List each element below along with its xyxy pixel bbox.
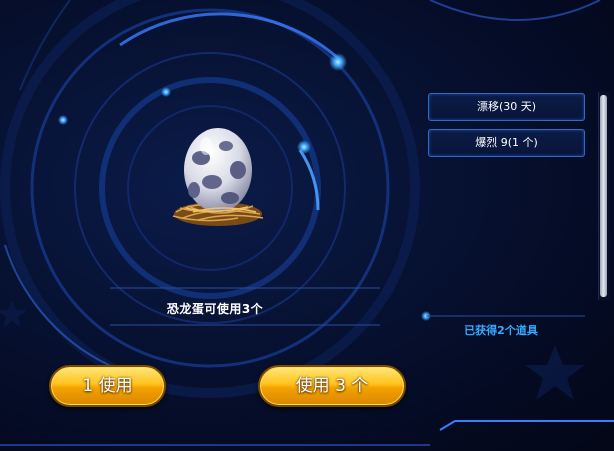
use-one-button[interactable]: 1 使用 bbox=[49, 365, 166, 407]
item-list-scroll-thumb[interactable] bbox=[600, 95, 607, 297]
reward-item-burst[interactable]: 爆烈 9(1 个) bbox=[428, 129, 585, 157]
reward-item-drift[interactable]: 漂移(30 天) bbox=[428, 93, 585, 121]
use-all-button[interactable]: 使用 3 个 bbox=[258, 365, 406, 407]
egg-count-caption: 恐龙蛋可使用3个 bbox=[166, 302, 264, 316]
egg-open-window: 恐龙蛋可使用3个 1 使用 使用 3 个 漂移(30 天) 爆烈 9(1 个) … bbox=[0, 0, 614, 451]
dinosaur-egg-icon bbox=[168, 120, 268, 232]
obtained-items-label: 已获得2个道具 bbox=[464, 324, 538, 337]
